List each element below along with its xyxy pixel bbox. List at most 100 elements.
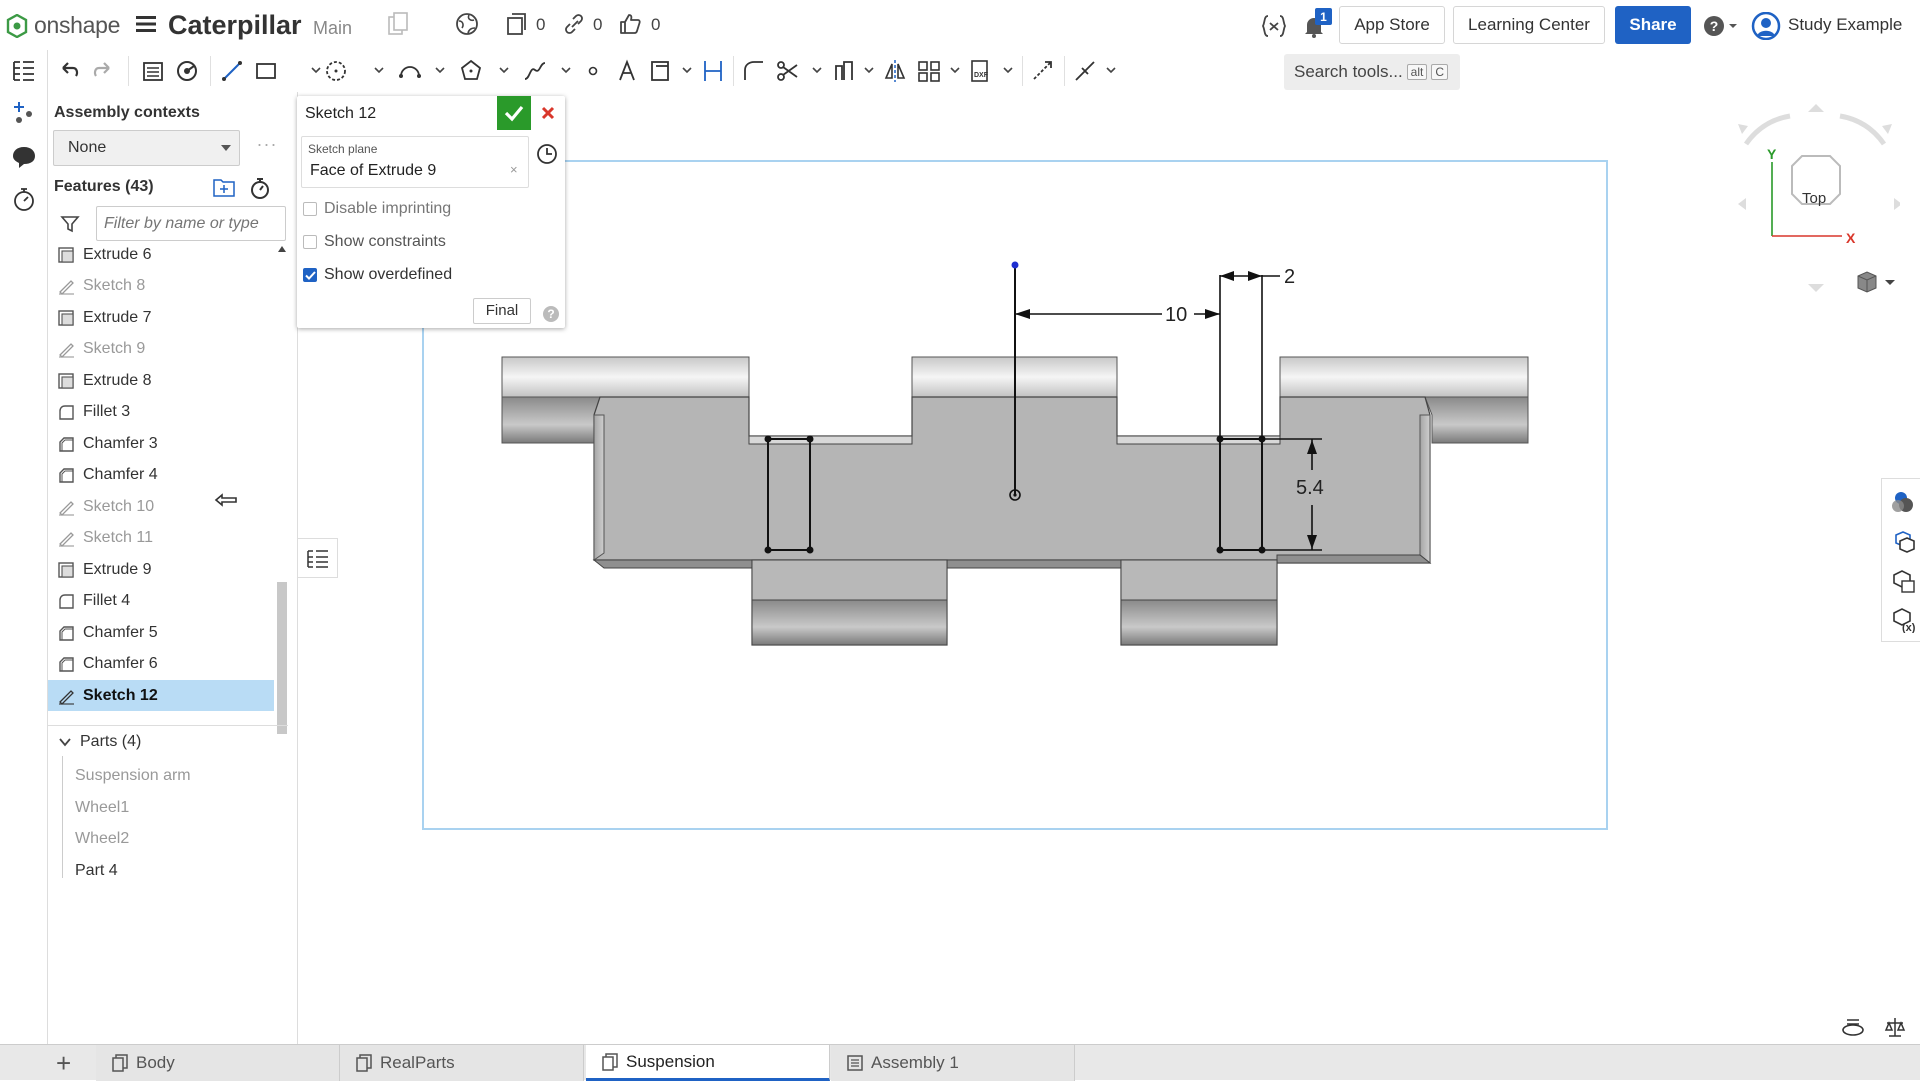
feature-filter-input[interactable] [96,206,286,241]
feature-item[interactable]: Chamfer 4 [48,460,274,491]
view-options-cube-icon[interactable] [1855,270,1899,296]
show-overdefined-checkbox[interactable] [303,268,317,282]
feature-item[interactable]: Chamfer 6 [48,649,274,680]
arc-tool-icon[interactable] [397,58,423,84]
links-icon[interactable] [563,12,585,36]
show-constraints-option[interactable]: Show constraints [303,233,446,251]
view-normal-icon[interactable] [535,142,559,166]
mirror-tool-icon[interactable] [882,58,908,84]
chevron-down-icon[interactable] [498,64,510,76]
polygon-tool-icon[interactable] [458,58,484,84]
part-item[interactable]: Suspension arm [75,767,191,785]
insert-icon[interactable] [11,100,37,126]
dimension-5-4-label[interactable]: 5.4 [1296,477,1324,499]
redo-icon[interactable] [90,58,116,84]
learning-center-button[interactable]: Learning Center [1453,6,1605,44]
chevron-down-icon[interactable] [681,64,693,76]
feature-item[interactable]: Extrude 6 [48,242,274,270]
dxf-import-icon[interactable]: DXF [968,58,994,84]
feature-list-icon[interactable] [11,58,37,84]
chevron-down-icon[interactable] [1002,64,1014,76]
chevron-down-icon[interactable] [949,64,961,76]
part-item[interactable]: Wheel2 [75,830,129,848]
chevron-down-icon[interactable] [310,64,322,76]
scroll-up-arrow-icon[interactable] [278,246,286,252]
onshape-logo[interactable]: onshape [6,12,120,39]
spline-tool-icon[interactable] [522,58,548,84]
section-view-icon[interactable] [1841,1016,1865,1038]
cancel-button[interactable] [531,96,565,130]
workspace-branch[interactable]: Main [313,18,352,39]
list-toggle-button[interactable] [298,538,338,578]
chevron-down-icon[interactable] [373,64,385,76]
construction-tool-icon[interactable] [1030,58,1056,84]
accept-button[interactable] [497,96,531,130]
graphics-viewport[interactable]: 10 2 5.4 [422,160,1616,840]
history-timer-icon[interactable] [11,186,37,212]
view-cube-face-label[interactable]: Top [1802,190,1826,207]
feature-item[interactable]: Extrude 9 [48,554,274,585]
share-button[interactable]: Share [1615,6,1691,44]
point-tool-icon[interactable] [580,58,606,84]
filter-funnel-icon[interactable] [60,214,80,234]
tab-suspension[interactable]: Suspension [586,1045,830,1081]
show-overdefined-option[interactable]: Show overdefined [303,266,452,284]
image-tool-icon[interactable] [648,58,674,84]
feature-item[interactable]: Sketch 12 [48,680,274,711]
feature-item[interactable]: Chamfer 5 [48,617,274,648]
feature-item[interactable]: Fillet 3 [48,397,274,428]
feature-item[interactable]: Sketch 11 [48,523,274,554]
help-icon[interactable]: ? [1703,14,1741,38]
dimension-tool-icon[interactable] [700,58,726,84]
clear-plane-button[interactable]: × [510,162,518,177]
copy-workspace-icon[interactable] [387,12,409,36]
tab-assembly-1[interactable]: Assembly 1 [831,1045,1075,1081]
feature-item[interactable]: Extrude 8 [48,365,274,396]
app-store-button[interactable]: App Store [1339,6,1445,44]
chevron-down-icon[interactable] [560,64,572,76]
context-more-button[interactable]: ··· [246,130,288,166]
assembly-context-select[interactable]: None [53,130,240,166]
feature-item[interactable]: Fillet 4 [48,586,274,617]
feature-item[interactable]: Sketch 9 [48,334,274,365]
comments-icon[interactable] [11,144,37,170]
variables-table-icon[interactable]: (x) [1890,607,1916,633]
trim-scissors-icon[interactable] [775,58,801,84]
feature-item[interactable]: Extrude 10 [48,712,274,719]
measure-tool-icon[interactable] [1884,1016,1906,1038]
like-thumb-icon[interactable] [618,12,642,36]
search-tools-input[interactable]: Search tools... alt C [1284,54,1460,90]
add-folder-icon[interactable] [212,176,236,198]
parts-section-header[interactable]: Parts (4) [58,733,141,751]
fillet-sketch-icon[interactable] [741,58,767,84]
feature-item[interactable]: Extrude 7 [48,302,274,333]
final-button[interactable]: Final [473,298,531,324]
add-tab-button[interactable]: + [56,1050,71,1076]
user-name[interactable]: Study Example [1788,15,1902,35]
appearance-panel-icon[interactable] [1890,489,1916,515]
tab-body[interactable]: Body [96,1045,340,1081]
dimension-10-label[interactable]: 10 [1165,304,1187,326]
disable-imprinting-checkbox[interactable] [303,202,317,216]
offset-tool-icon[interactable] [831,58,857,84]
configurations-icon[interactable] [174,58,200,84]
document-title[interactable]: Caterpillar [168,10,302,41]
part-item[interactable]: Wheel1 [75,799,129,817]
globe-icon[interactable] [455,12,479,36]
chevron-down-icon[interactable] [434,64,446,76]
feature-item[interactable]: Sketch 10 [48,491,274,522]
line-tool-icon[interactable] [219,58,245,84]
undo-icon[interactable] [56,58,82,84]
feature-item[interactable]: Sketch 8 [48,271,274,302]
feature-item[interactable]: Chamfer 3 [48,428,274,459]
variable-studio-icon[interactable] [1261,14,1287,38]
scroll-thumb[interactable] [277,582,287,734]
part-item[interactable]: Part 4 [75,862,118,880]
rectangle-tool-icon[interactable] [253,58,279,84]
versions-icon[interactable] [505,12,527,36]
chevron-down-icon[interactable] [1105,64,1117,76]
rollback-arrow-icon[interactable] [214,493,238,507]
rollback-timer-icon[interactable] [248,176,272,200]
user-avatar-icon[interactable] [1751,12,1781,40]
tab-realparts[interactable]: RealParts [340,1045,584,1081]
